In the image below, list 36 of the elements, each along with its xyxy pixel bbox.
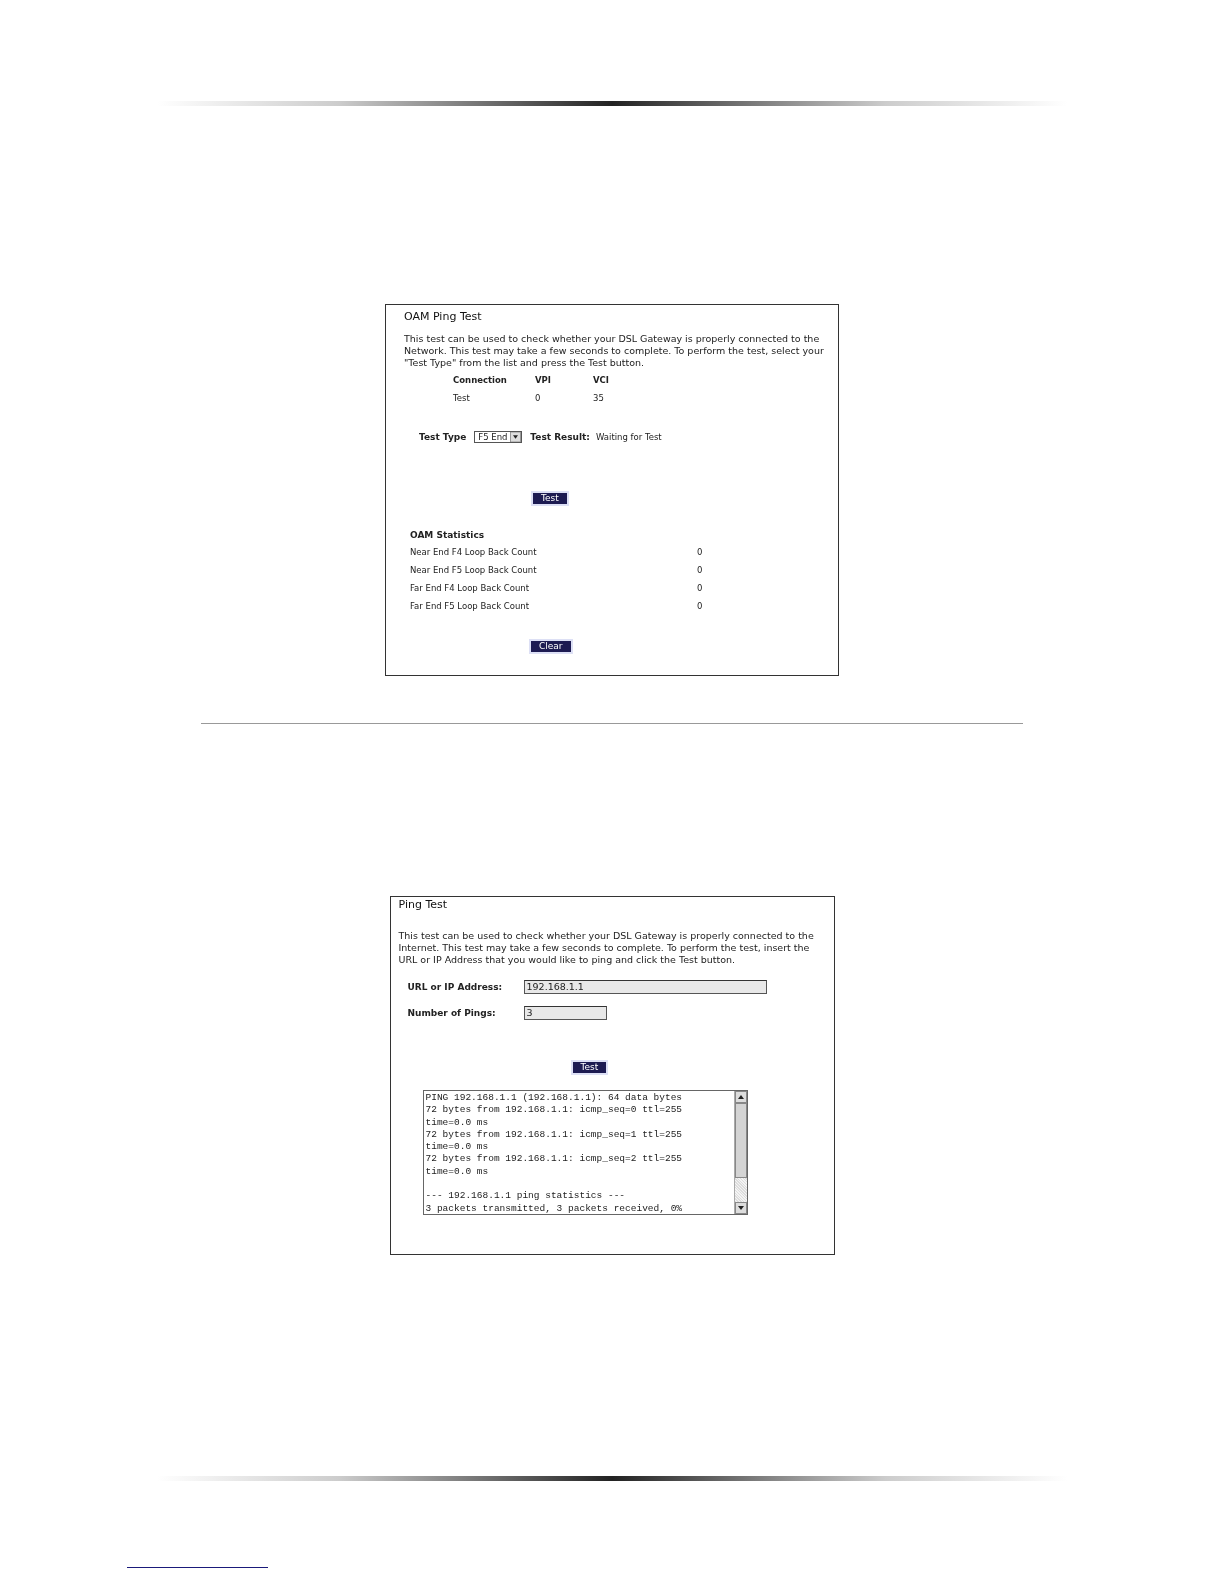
description-text: This test can be used to check whether your DSL Gateway is properly connected to the Internet. This test may take a few seconds to complete. To perform the test, insert the URL or IP Address that you would like to ping and click the Test button. bbox=[398, 930, 815, 966]
table-cell-text: Test bbox=[453, 393, 471, 403]
scroll-down-icon[interactable] bbox=[734, 1202, 747, 1214]
test-button[interactable]: Test bbox=[531, 491, 569, 506]
statistic-value: 0 bbox=[697, 583, 704, 593]
dropdown-arrow-icon bbox=[510, 432, 522, 442]
statistic-value: 0 bbox=[697, 565, 704, 575]
section-title: OAM Statistics bbox=[410, 530, 486, 540]
scroll-thumb[interactable] bbox=[734, 1103, 747, 1178]
test-button[interactable]: Test bbox=[570, 1060, 609, 1075]
input-field[interactable]: 192.168.1.1 bbox=[523, 980, 767, 994]
field-label: Test Type bbox=[419, 432, 467, 442]
table-cell-text: 0 bbox=[535, 393, 542, 403]
input-field[interactable]: 3 bbox=[523, 1006, 607, 1020]
clear-button[interactable]: Clear bbox=[529, 639, 573, 654]
column-header: VPI bbox=[535, 375, 552, 385]
statistic-label: Near End F4 Loop Back Count bbox=[410, 547, 538, 557]
description-text: This test can be used to check whether your DSL Gateway is properly connected to the Network. This test may take a few seconds to complete. To perform the test, select your "Test Type" from the list and press the Test button. bbox=[404, 333, 825, 369]
ping-output-text: PING 192.168.1.1 (192.168.1.1): 64 data bytes 72 bytes from 192.168.1.1: icmp_seq=0 ttl=255 time=0.0 ms 72 bytes from 192.168.1.1: icmp_seq=1 ttl=255 time=0.0 ms 72 bytes from 192.168.1.1: icmp_seq=2 ttl=255 time=0.0 ms --- 192.168.1.1 ping statistics --- 3 packets transmitted, 3 packets received, 0% bbox=[424, 1091, 684, 1214]
field-label: Test Result: bbox=[530, 432, 590, 442]
statistic-label: Far End F5 Loop Back Count bbox=[410, 601, 531, 611]
test-type-dropdown[interactable]: F5 End bbox=[474, 431, 523, 443]
result-text: Waiting for Test bbox=[595, 432, 662, 442]
panel-title: OAM Ping Test bbox=[404, 310, 483, 323]
statistic-value: 0 bbox=[697, 547, 704, 557]
statistic-value: 0 bbox=[697, 601, 704, 611]
column-header: VCI bbox=[593, 375, 610, 385]
table-cell-text: 35 bbox=[593, 393, 605, 403]
field-label: Number of Pings: bbox=[407, 1008, 497, 1018]
scrollbar[interactable] bbox=[733, 1091, 747, 1214]
statistic-label: Far End F4 Loop Back Count bbox=[410, 583, 531, 593]
scroll-up-icon[interactable] bbox=[734, 1091, 747, 1103]
statistic-label: Near End F5 Loop Back Count bbox=[410, 565, 538, 575]
panel-title: Ping Test bbox=[398, 898, 449, 911]
field-label: URL or IP Address: bbox=[407, 982, 504, 992]
column-header: Connection bbox=[453, 375, 508, 385]
